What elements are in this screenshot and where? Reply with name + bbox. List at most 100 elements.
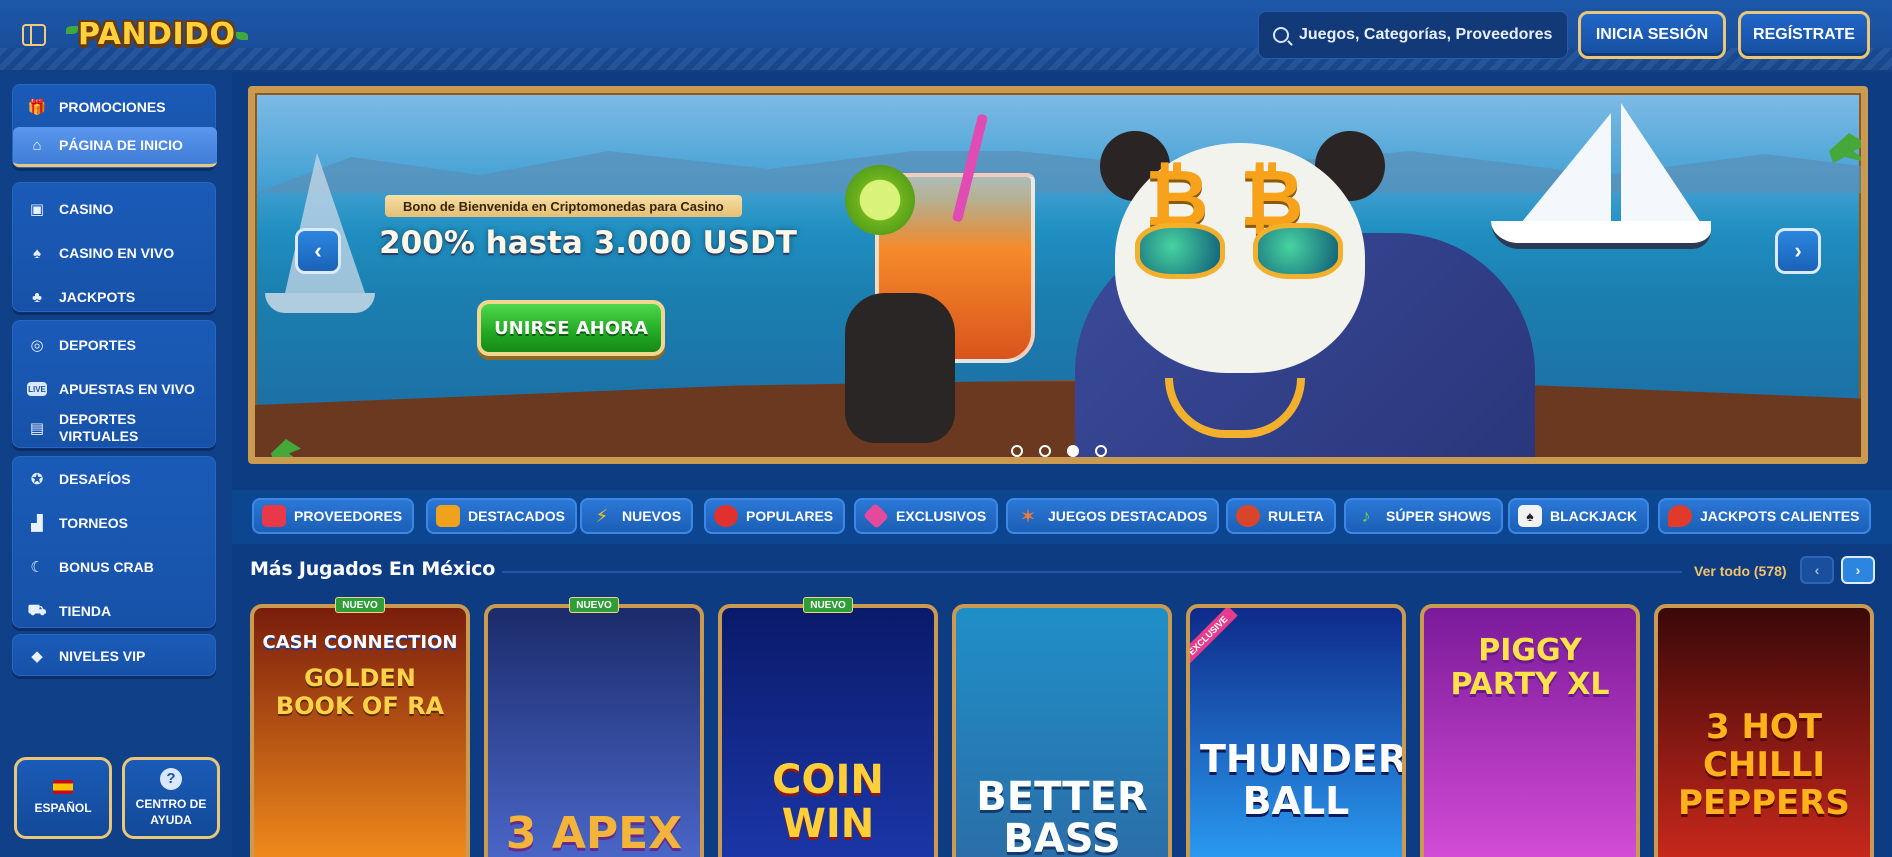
cherries-icon (714, 505, 738, 527)
sidebar-item-casino-en-vivo[interactable]: ♠ CASINO EN VIVO (13, 233, 217, 273)
game-card[interactable]: PIGGY PARTY XL (1420, 604, 1640, 857)
chevron-left-icon: ‹ (1814, 562, 1820, 578)
logo-text: PANDIDO (78, 16, 236, 52)
panda-mascot-illustration: ₿ ₿ (845, 113, 1545, 457)
sidebar-item-torneos[interactable]: ▟ TORNEOS (13, 503, 217, 543)
section-title: Más Jugados En México (250, 558, 496, 580)
roulette-icon (1236, 505, 1260, 527)
banner-headline: 200% hasta 3.000 USDT (379, 225, 797, 261)
category-label: JUEGOS DESTACADOS (1048, 508, 1208, 524)
carousel-dot-active[interactable] (1067, 445, 1079, 457)
panda-sunglasses (1135, 223, 1345, 283)
category-populares[interactable]: POPULARES (704, 498, 846, 534)
sidebar-item-jackpots[interactable]: ♣ JACKPOTS (13, 277, 217, 317)
category-super-shows[interactable]: ♪ SÚPER SHOWS (1344, 498, 1504, 534)
sidebar-toggle-icon[interactable] (22, 24, 46, 46)
sidebar-item-deportes[interactable]: ◎ DEPORTES (13, 325, 217, 365)
game-card[interactable]: CASH CONNECTION GOLDEN BOOK OF RA (250, 604, 470, 857)
category-ruleta[interactable]: RULETA (1226, 498, 1336, 534)
game-title: THUNDER BALL (1200, 737, 1406, 823)
star-burst-icon (436, 505, 460, 527)
sidebar-item-label: PROMOCIONES (59, 98, 166, 115)
sidebar-item-casino[interactable]: ▣ CASINO (13, 189, 217, 229)
carousel-dot[interactable] (1095, 445, 1107, 457)
category-label: EXCLUSIVOS (896, 508, 987, 524)
live-icon: LIVE (27, 382, 47, 396)
game-title: 3 APEX (505, 808, 683, 857)
diamond-icon: ◆ (31, 648, 43, 665)
game-card[interactable]: 3 HOT CHILLI PEPPERS (1654, 604, 1874, 857)
sidebar-item-pagina-de-inicio[interactable]: ⌂ PÁGINA DE INICIO (13, 127, 217, 167)
palm-leaf-icon (235, 32, 248, 40)
join-now-button[interactable]: UNIRSE AHORA (477, 300, 665, 356)
sidebar-item-promociones[interactable]: 🎁 PROMOCIONES (13, 87, 217, 127)
cards-icon (262, 505, 286, 527)
login-button[interactable]: INICIA SESIÓN (1578, 11, 1726, 59)
category-label: PROVEEDORES (294, 508, 403, 524)
category-proveedores[interactable]: PROVEEDORES (252, 498, 415, 534)
sidebar-item-label: CASINO EN VIVO (59, 244, 175, 261)
games-next-button[interactable]: › (1841, 556, 1875, 584)
promo-banner[interactable]: ₿ ₿ Bono de Bienvenida en Criptomonedas … (248, 86, 1868, 464)
sidebar-item-desafios[interactable]: ✪ DESAFÍOS (13, 459, 217, 499)
new-badge: NUEVO (803, 597, 853, 613)
game-card[interactable]: COIN WIN (718, 604, 938, 857)
spain-flag-icon (53, 780, 73, 794)
carousel-dots (1011, 445, 1107, 457)
category-juegos-destacados[interactable]: ✶ JUEGOS DESTACADOS (1006, 498, 1220, 534)
chevron-right-icon: › (1855, 562, 1861, 578)
category-jackpots-calientes[interactable]: JACKPOTS CALIENTES (1658, 498, 1872, 534)
palm-leaf-icon (66, 26, 78, 34)
category-label: JACKPOTS CALIENTES (1700, 508, 1860, 524)
sidebar-item-label: APUESTAS EN VIVO (59, 380, 195, 397)
starfish-icon: ✶ (1019, 505, 1037, 528)
game-title-top: CASH CONNECTION (262, 632, 458, 653)
lime-slice (845, 165, 915, 235)
sidebar-item-apuestas-en-vivo[interactable]: LIVE APUESTAS EN VIVO (13, 369, 217, 409)
carousel-dot[interactable] (1011, 445, 1023, 457)
category-destacados[interactable]: DESTACADOS (426, 498, 577, 534)
category-nuevos[interactable]: ⚡ NUEVOS (580, 498, 694, 534)
sidebar-item-tienda[interactable]: ⛟ TIENDA (13, 591, 217, 631)
game-card[interactable]: BETTER BASS (952, 604, 1172, 857)
banner-next-button[interactable]: › (1775, 228, 1821, 274)
register-button[interactable]: REGÍSTRATE (1738, 11, 1870, 59)
language-button[interactable]: ESPAÑOL (14, 757, 112, 839)
gift-icon: 🎁 (27, 99, 47, 116)
home-icon: ⌂ (32, 137, 42, 154)
search-input[interactable] (1299, 26, 1559, 44)
help-label: CENTRO DE AYUDA (135, 797, 207, 827)
sidebar-item-bonus-crab[interactable]: ☾ BONUS CRAB (13, 547, 217, 587)
sidebar-item-label: NIVELES VIP (59, 647, 146, 664)
medal-icon: ✪ (30, 471, 44, 488)
playing-cards-icon: ♠ (1518, 505, 1542, 527)
microphone-icon: ♪ (1361, 505, 1371, 526)
pandido-logo[interactable]: PANDIDO (66, 14, 248, 54)
banner-prev-button[interactable]: ‹ (295, 228, 341, 274)
exclusive-badge: EXCLUSIVE (1190, 608, 1238, 666)
panda-paw (845, 293, 955, 443)
category-exclusivos[interactable]: EXCLUSIVOS (854, 498, 999, 534)
search-box[interactable] (1258, 11, 1568, 59)
sidebar-item-label: CASINO (59, 200, 114, 217)
category-label: NUEVOS (622, 508, 682, 524)
section-divider (502, 571, 1682, 573)
live-cards-icon: ♠ (33, 244, 41, 262)
sidebar-item-label: TORNEOS (59, 514, 128, 531)
help-center-button[interactable]: ? CENTRO DE AYUDA (122, 757, 220, 839)
sidebar-item-label: DEPORTES VIRTUALES (59, 411, 139, 444)
carousel-dot[interactable] (1039, 445, 1051, 457)
game-title: 3 HOT CHILLI PEPPERS (1678, 707, 1850, 823)
sidebar-item-deportes-virtuales[interactable]: ▤ DEPORTES VIRTUALES (13, 409, 217, 447)
category-blackjack[interactable]: ♠ BLACKJACK (1508, 498, 1650, 534)
chili-icon (1668, 505, 1692, 527)
sidebar-group-main: 🎁 PROMOCIONES ⌂ PÁGINA DE INICIO (12, 84, 217, 168)
game-card[interactable]: 3 APEX (484, 604, 704, 857)
game-title: PIGGY PARTY XL (1450, 633, 1610, 702)
chevron-right-icon: › (1794, 238, 1802, 263)
game-card[interactable]: EXCLUSIVE THUNDER BALL (1186, 604, 1406, 857)
games-prev-button[interactable]: ‹ (1800, 556, 1834, 584)
top-header: PANDIDO INICIA SESIÓN REGÍSTRATE (0, 0, 1892, 72)
sidebar-item-niveles-vip[interactable]: ◆ NIVELES VIP (13, 636, 217, 676)
view-all-link[interactable]: Ver todo (578) (1694, 563, 1787, 579)
